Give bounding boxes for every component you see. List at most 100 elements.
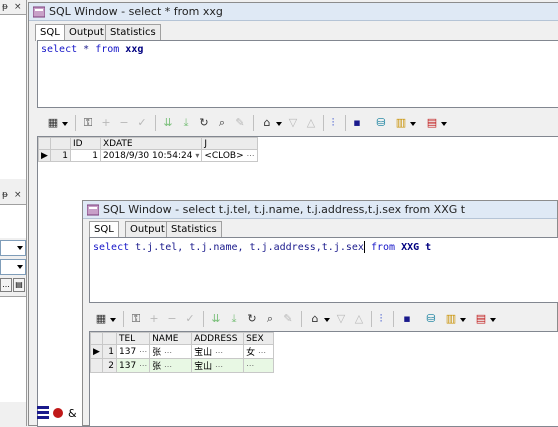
ellipsis-icon[interactable]: ⋯ — [258, 348, 266, 357]
dock-list-area[interactable] — [0, 296, 26, 402]
close-icon[interactable]: × — [14, 0, 22, 14]
table-row[interactable]: ▶ 1 137 ⋯ 张 ⋯ 宝山 ⋯ 女 ⋯ — [90, 344, 275, 359]
lock-icon[interactable]: ⚿ — [80, 115, 96, 131]
export-icon[interactable]: ⛁ — [373, 115, 389, 131]
save-icon[interactable]: ▪ — [399, 311, 415, 327]
print-icon[interactable]: ▥ — [443, 311, 466, 327]
fetch-next-icon[interactable]: ⇊ — [160, 115, 176, 131]
cell-tel-value: 137 — [119, 360, 137, 371]
sql-keyword-from: from — [95, 44, 120, 55]
cell-xdate[interactable]: 2018/9/30 10:54:24 ▾ — [99, 149, 203, 162]
ellipsis-icon[interactable]: ⋯ — [139, 347, 147, 356]
export-icon[interactable]: ⛁ — [423, 311, 439, 327]
cell-tel[interactable]: 137 ⋯ — [115, 358, 151, 373]
ellipsis-icon[interactable]: ⋯ — [164, 362, 172, 371]
cell-sex[interactable]: ⋯ — [243, 358, 275, 373]
chart-icon[interactable]: ⫶ — [373, 311, 389, 327]
column-header-sex[interactable]: SEX — [243, 332, 275, 345]
corner-cell — [90, 332, 103, 345]
column-header-j[interactable]: J — [201, 137, 258, 150]
delete-record-icon[interactable]: − — [164, 311, 180, 327]
delete-record-icon[interactable]: − — [116, 115, 132, 131]
sql-editor[interactable]: select * from xxg — [37, 40, 558, 108]
ellipsis-icon[interactable]: ⋯ — [246, 361, 254, 370]
window-titlebar[interactable]: SQL Window - select * from xxg — [29, 3, 558, 21]
cell-address[interactable]: 宝山 ⋯ — [191, 358, 245, 373]
table-icon[interactable]: ▤ — [424, 115, 447, 131]
ellipsis-icon[interactable]: ⋯ — [247, 151, 255, 160]
query-by-example-icon[interactable]: ⌂ — [259, 115, 282, 131]
window-titlebar[interactable]: SQL Window - select t.j.tel, t.j.name, t… — [83, 201, 557, 219]
sql-window-2[interactable]: SQL Window - select t.j.tel, t.j.name, t… — [82, 200, 558, 427]
query-by-example-icon[interactable]: ⌂ — [307, 311, 330, 327]
clear-icon[interactable]: ✎ — [232, 115, 248, 131]
window-list-icon[interactable]: & — [36, 402, 81, 424]
column-header-id[interactable]: ID — [70, 137, 101, 150]
close-icon[interactable]: × — [14, 188, 22, 202]
add-record-icon[interactable]: + — [146, 311, 162, 327]
column-header-tel[interactable]: TEL — [115, 332, 151, 345]
row-indicator — [90, 358, 103, 373]
cell-address[interactable]: 宝山 ⋯ — [191, 344, 245, 359]
dock-header-bottom: ᵽ × — [0, 188, 27, 202]
sql-columns: * — [77, 44, 96, 55]
tab-output[interactable]: Output — [125, 221, 170, 237]
sql-table: XXG t — [395, 242, 432, 253]
cell-id[interactable]: 1 — [70, 149, 101, 162]
find-icon[interactable]: ⌕ — [214, 115, 230, 131]
cell-tel[interactable]: 137 ⋯ — [115, 344, 151, 359]
ellipsis-icon[interactable]: ⋯ — [215, 362, 223, 371]
dock-more-button[interactable]: ... — [0, 278, 12, 292]
grid-toggle-icon[interactable]: ▦ — [45, 115, 68, 131]
ellipsis-icon[interactable]: ⋯ — [139, 361, 147, 370]
find-icon[interactable]: ⌕ — [262, 311, 278, 327]
filter-up-icon[interactable]: △ — [303, 115, 319, 131]
pin-icon[interactable]: ᵽ — [2, 0, 8, 14]
fetch-last-icon[interactable]: ⤓ — [226, 311, 242, 327]
clear-icon[interactable]: ✎ — [280, 311, 296, 327]
row-number: 1 — [50, 149, 71, 162]
cell-j[interactable]: <CLOB> ⋯ — [201, 149, 258, 162]
save-icon[interactable]: ▪ — [349, 115, 365, 131]
cell-sex[interactable]: 女 ⋯ — [243, 344, 275, 359]
fetch-next-icon[interactable]: ⇊ — [208, 311, 224, 327]
dock-tree-area[interactable] — [0, 14, 26, 179]
dock-browser-area[interactable] — [0, 204, 26, 238]
sql-editor[interactable]: select t.j.tel, t.j.name, t.j.address,t.… — [89, 237, 558, 303]
dock-combo-2[interactable] — [0, 259, 26, 275]
pin-icon[interactable]: ᵽ — [2, 188, 8, 202]
post-changes-icon[interactable]: ✓ — [182, 311, 198, 327]
tab-statistics[interactable]: Statistics — [166, 221, 222, 237]
add-record-icon[interactable]: + — [98, 115, 114, 131]
table-row[interactable]: 2 137 ⋯ 张 ⋯ 宝山 ⋯ ⋯ — [90, 358, 275, 373]
cell-name[interactable]: 张 ⋯ — [149, 358, 193, 373]
refresh-icon[interactable]: ↻ — [196, 115, 212, 131]
refresh-icon[interactable]: ↻ — [244, 311, 260, 327]
tab-sql[interactable]: SQL — [35, 24, 65, 41]
column-header-address[interactable]: ADDRESS — [191, 332, 245, 345]
filter-up-icon[interactable]: △ — [351, 311, 367, 327]
grid-toggle-icon[interactable]: ▦ — [93, 311, 116, 327]
dropdown-icon[interactable]: ▾ — [195, 151, 199, 160]
filter-down-icon[interactable]: ▽ — [333, 311, 349, 327]
table-icon[interactable]: ▤ — [473, 311, 496, 327]
print-icon[interactable]: ▥ — [393, 115, 416, 131]
tab-output[interactable]: Output — [64, 24, 109, 40]
fetch-last-icon[interactable]: ⤓ — [178, 115, 194, 131]
ellipsis-icon[interactable]: ⋯ — [164, 348, 172, 357]
column-header-name[interactable]: NAME — [149, 332, 193, 345]
result-grid[interactable]: TEL NAME ADDRESS SEX ▶ 1 137 ⋯ 张 ⋯ 宝山 ⋯ … — [89, 331, 558, 427]
filter-down-icon[interactable]: ▽ — [285, 115, 301, 131]
column-header-xdate[interactable]: XDATE — [99, 137, 203, 150]
lock-icon[interactable]: ⚿ — [128, 311, 144, 327]
sql-keyword-from: from — [364, 242, 396, 253]
table-row[interactable]: ▶ 1 1 2018/9/30 10:54:24 ▾ <CLOB> ⋯ — [38, 149, 258, 162]
chart-icon[interactable]: ⫶ — [325, 115, 341, 131]
cell-name[interactable]: 张 ⋯ — [149, 344, 193, 359]
post-changes-icon[interactable]: ✓ — [134, 115, 150, 131]
tab-statistics[interactable]: Statistics — [105, 24, 161, 40]
dock-combo-1[interactable] — [0, 240, 26, 256]
tab-sql[interactable]: SQL — [89, 221, 119, 238]
ellipsis-icon[interactable]: ⋯ — [215, 348, 223, 357]
dock-doc-button[interactable]: ▤ — [13, 278, 25, 292]
